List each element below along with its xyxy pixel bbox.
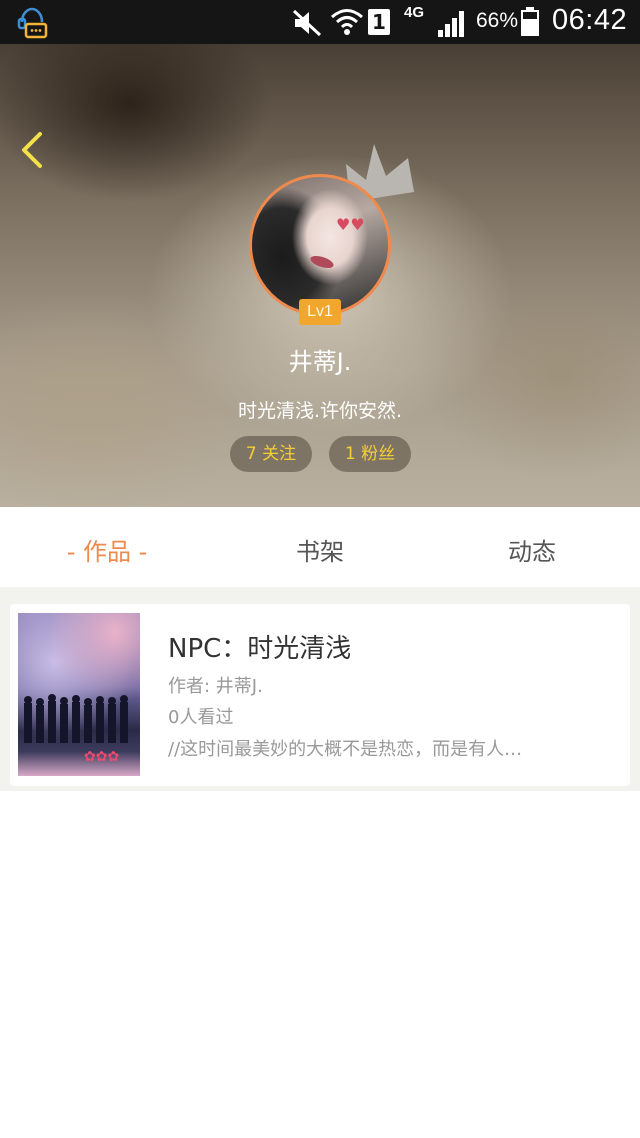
cover-illustration [24,694,128,743]
book-card[interactable]: ✿✿✿ NPC：时光清浅 作者: 井蒂J. 0人看过 //这时间最美妙的大概不是… [10,604,630,786]
tab-bookshelf[interactable]: 书架 [250,507,390,587]
book-views: 0人看过 [168,707,234,728]
flower-icon: ✿✿✿ [84,749,120,765]
book-cover: ✿✿✿ [18,613,140,776]
book-excerpt: //这时间最美妙的大概不是热恋，而是有人… [168,739,523,760]
avatar[interactable]: ♥♥ [249,174,391,316]
avatar-detail [309,253,335,271]
profile-screen: 1 4G 66% 06:42 ♥♥ Lv1 井蒂J. 时光清浅.许你安然. 7 … [0,0,640,1138]
battery-percent: 66% [476,9,519,32]
tab-bar: - 作品 - 书架 动态 [0,507,640,595]
username: 井蒂J. [288,348,352,376]
book-author: 作者: 井蒂J. [168,676,263,697]
profile-header: ♥♥ Lv1 井蒂J. 时光清浅.许你安然. 7 关注 1 粉丝 [0,44,640,507]
status-bar: 1 4G 66% 06:42 [0,0,640,44]
tab-works[interactable]: - 作品 - [40,507,174,587]
mute-icon [292,9,322,37]
followers-count-button[interactable]: 1 粉丝 [329,436,411,472]
book-title: NPC：时光清浅 [168,634,352,664]
back-arrow-icon[interactable] [14,128,54,172]
bio: 时光清浅.许你安然. [237,400,403,422]
tab-activity[interactable]: 动态 [462,507,602,587]
following-count-button[interactable]: 7 关注 [230,436,312,472]
notification-chat-icon [17,7,48,39]
works-list: ✿✿✿ NPC：时光清浅 作者: 井蒂J. 0人看过 //这时间最美妙的大概不是… [0,595,640,791]
clock: 06:42 [552,4,628,36]
level-badge: Lv1 [299,299,341,325]
sim-icon: 1 [368,9,390,35]
heart-icon: ♥♥ [336,215,365,234]
signal-icon [438,11,464,37]
network-type: 4G [404,4,425,21]
battery-icon [521,7,539,36]
wifi-icon [331,9,363,35]
